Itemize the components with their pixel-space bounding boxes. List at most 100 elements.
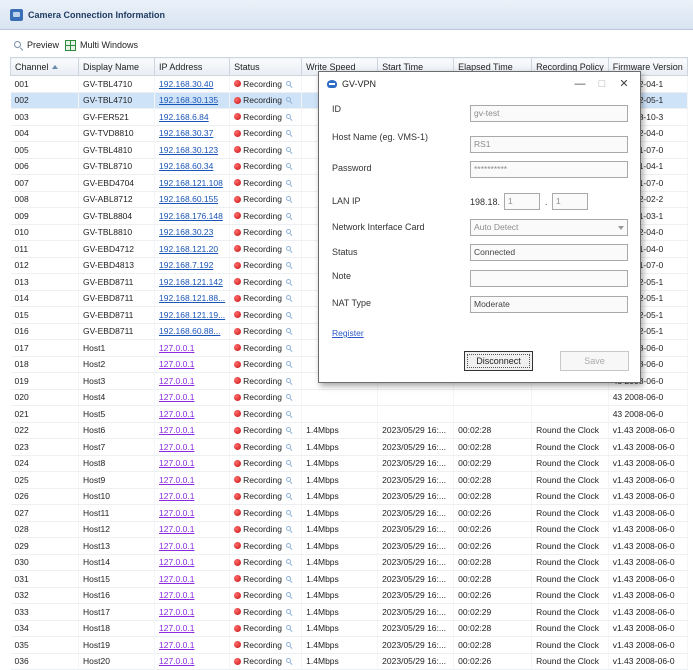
ip-address-link[interactable]: 192.168.30.37	[154, 125, 231, 142]
ip-address-link[interactable]: 192.168.30.23	[154, 224, 231, 241]
magnifier-icon[interactable]	[285, 130, 292, 136]
magnifier-icon[interactable]	[285, 493, 292, 499]
magnifier-icon[interactable]	[285, 146, 292, 153]
magnifier-icon[interactable]	[285, 245, 292, 252]
magnifier-icon[interactable]	[285, 163, 292, 169]
magnifier-icon[interactable]	[285, 361, 292, 367]
magnifier-icon[interactable]	[285, 658, 292, 664]
table-row[interactable]: 030 Host14 127.0.0.1 Recording 1.4Mbps 2023/0…	[10, 554, 688, 571]
magnifier-icon[interactable]	[285, 196, 292, 202]
ip-address-link[interactable]: 127.0.0.1	[154, 603, 231, 621]
dialog-titlebar[interactable]: GV-VPN — □ ✕	[319, 72, 640, 96]
col-display-name[interactable]: Display Name	[78, 57, 155, 76]
register-link[interactable]: Register	[332, 328, 364, 338]
ip-address-link[interactable]: 127.0.0.1	[154, 339, 231, 357]
magnifier-icon[interactable]	[285, 377, 292, 384]
table-row[interactable]: 031 Host15 127.0.0.1 Recording 1.4Mbps 2023/0…	[10, 570, 688, 588]
ip-address-link[interactable]: 192.168.7.192	[154, 257, 231, 274]
table-row[interactable]: 035 Host19 127.0.0.1 Recording 1.4Mbps 2023/0…	[10, 636, 688, 654]
nic-select[interactable]: Auto Detect	[470, 219, 628, 236]
magnifier-icon[interactable]	[285, 113, 292, 120]
multi-windows-button[interactable]: Multi Windows	[65, 39, 138, 51]
ip-address-link[interactable]: 127.0.0.1	[154, 471, 231, 489]
magnifier-icon[interactable]	[285, 608, 292, 615]
magnifier-icon[interactable]	[285, 476, 292, 483]
magnifier-icon[interactable]	[285, 542, 292, 549]
ip-address-link[interactable]: 192.168.60.34	[154, 158, 231, 175]
id-field[interactable]: gv-test	[470, 105, 628, 122]
table-row[interactable]: 020 Host4 127.0.0.1 Recording 43 2008-06-0	[10, 389, 688, 406]
ip-address-link[interactable]: 192.168.176.148	[154, 207, 231, 225]
ip-address-link[interactable]: 192.168.60.155	[154, 191, 231, 208]
magnifier-icon[interactable]	[285, 212, 292, 219]
ip-address-link[interactable]: 127.0.0.1	[154, 389, 231, 406]
table-row[interactable]: 026 Host10 127.0.0.1 Recording 1.4Mbps 2023/0…	[10, 488, 688, 505]
table-row[interactable]: 033 Host17 127.0.0.1 Recording 1.4Mbps 2023/0…	[10, 603, 688, 621]
magnifier-icon[interactable]	[285, 559, 292, 565]
magnifier-icon[interactable]	[285, 97, 292, 103]
ip-address-link[interactable]: 192.168.6.84	[154, 108, 231, 126]
preview-button[interactable]: Preview	[14, 40, 59, 50]
magnifier-icon[interactable]	[285, 625, 292, 631]
ip-address-link[interactable]: 127.0.0.1	[154, 521, 231, 538]
magnifier-icon[interactable]	[285, 526, 292, 532]
col-status[interactable]: Status	[229, 57, 303, 76]
table-row[interactable]: 027 Host11 127.0.0.1 Recording 1.4Mbps 2023/0…	[10, 504, 688, 522]
ip-address-link[interactable]: 192.168.121.19...	[154, 306, 231, 324]
lan-ip-octet4-field[interactable]: 1	[552, 193, 588, 210]
table-row[interactable]: 036 Host20 127.0.0.1 Recording 1.4Mbps 2023/0…	[10, 653, 688, 670]
magnifier-icon[interactable]	[285, 410, 292, 417]
table-row[interactable]: 023 Host7 127.0.0.1 Recording 1.4Mbps 2023/05…	[10, 438, 688, 456]
magnifier-icon[interactable]	[285, 641, 292, 648]
ip-address-link[interactable]: 127.0.0.1	[154, 570, 231, 588]
col-ip-address[interactable]: IP Address	[153, 57, 231, 76]
ip-address-link[interactable]: 192.168.30.123	[154, 141, 231, 159]
ip-address-link[interactable]: 127.0.0.1	[154, 653, 231, 670]
ip-address-link[interactable]: 192.168.121.142	[154, 273, 231, 291]
ip-address-link[interactable]: 127.0.0.1	[154, 438, 231, 456]
magnifier-icon[interactable]	[285, 575, 292, 582]
magnifier-icon[interactable]	[285, 229, 292, 235]
magnifier-icon[interactable]	[285, 311, 292, 318]
table-row[interactable]: 021 Host5 127.0.0.1 Recording 43 2008-06-0	[10, 405, 688, 423]
lan-ip-octet3-field[interactable]: 1	[504, 193, 540, 210]
ip-address-link[interactable]: 192.168.30.135	[154, 92, 231, 109]
magnifier-icon[interactable]	[285, 278, 292, 285]
magnifier-icon[interactable]	[285, 427, 292, 433]
table-row[interactable]: 028 Host12 127.0.0.1 Recording 1.4Mbps 2023/0…	[10, 521, 688, 538]
table-row[interactable]: 024 Host8 127.0.0.1 Recording 1.4Mbps 2023/05…	[10, 455, 688, 472]
magnifier-icon[interactable]	[285, 592, 292, 598]
table-row[interactable]: 022 Host6 127.0.0.1 Recording 1.4Mbps 2023/05…	[10, 422, 688, 439]
close-button[interactable]: ✕	[614, 76, 634, 92]
ip-address-link[interactable]: 127.0.0.1	[154, 405, 231, 423]
ip-address-link[interactable]: 127.0.0.1	[154, 636, 231, 654]
ip-address-link[interactable]: 127.0.0.1	[154, 504, 231, 522]
magnifier-icon[interactable]	[285, 295, 292, 301]
ip-address-link[interactable]: 127.0.0.1	[154, 356, 231, 373]
ip-address-link[interactable]: 192.168.121.108	[154, 174, 231, 192]
table-row[interactable]: 029 Host13 127.0.0.1 Recording 1.4Mbps 2023/0…	[10, 537, 688, 555]
table-row[interactable]: 025 Host9 127.0.0.1 Recording 1.4Mbps 2023/05…	[10, 471, 688, 489]
magnifier-icon[interactable]	[285, 344, 292, 351]
table-row[interactable]: 034 Host18 127.0.0.1 Recording 1.4Mbps 2023/0…	[10, 620, 688, 637]
ip-address-link[interactable]: 192.168.121.20	[154, 240, 231, 258]
ip-address-link[interactable]: 127.0.0.1	[154, 537, 231, 555]
magnifier-icon[interactable]	[285, 179, 292, 186]
magnifier-icon[interactable]	[285, 262, 292, 268]
magnifier-icon[interactable]	[285, 80, 292, 87]
ip-address-link[interactable]: 127.0.0.1	[154, 488, 231, 505]
host-name-field[interactable]: RS1	[470, 136, 628, 153]
ip-address-link[interactable]: 127.0.0.1	[154, 372, 231, 390]
magnifier-icon[interactable]	[285, 328, 292, 334]
magnifier-icon[interactable]	[285, 394, 292, 400]
magnifier-icon[interactable]	[285, 509, 292, 516]
password-field[interactable]: **********	[470, 161, 628, 178]
disconnect-button[interactable]: Disconnect	[464, 351, 533, 371]
magnifier-icon[interactable]	[285, 460, 292, 466]
ip-address-link[interactable]: 127.0.0.1	[154, 554, 231, 571]
magnifier-icon[interactable]	[285, 443, 292, 450]
ip-address-link[interactable]: 192.168.30.40	[154, 75, 231, 93]
ip-address-link[interactable]: 127.0.0.1	[154, 422, 231, 439]
ip-address-link[interactable]: 127.0.0.1	[154, 455, 231, 472]
ip-address-link[interactable]: 127.0.0.1	[154, 587, 231, 604]
